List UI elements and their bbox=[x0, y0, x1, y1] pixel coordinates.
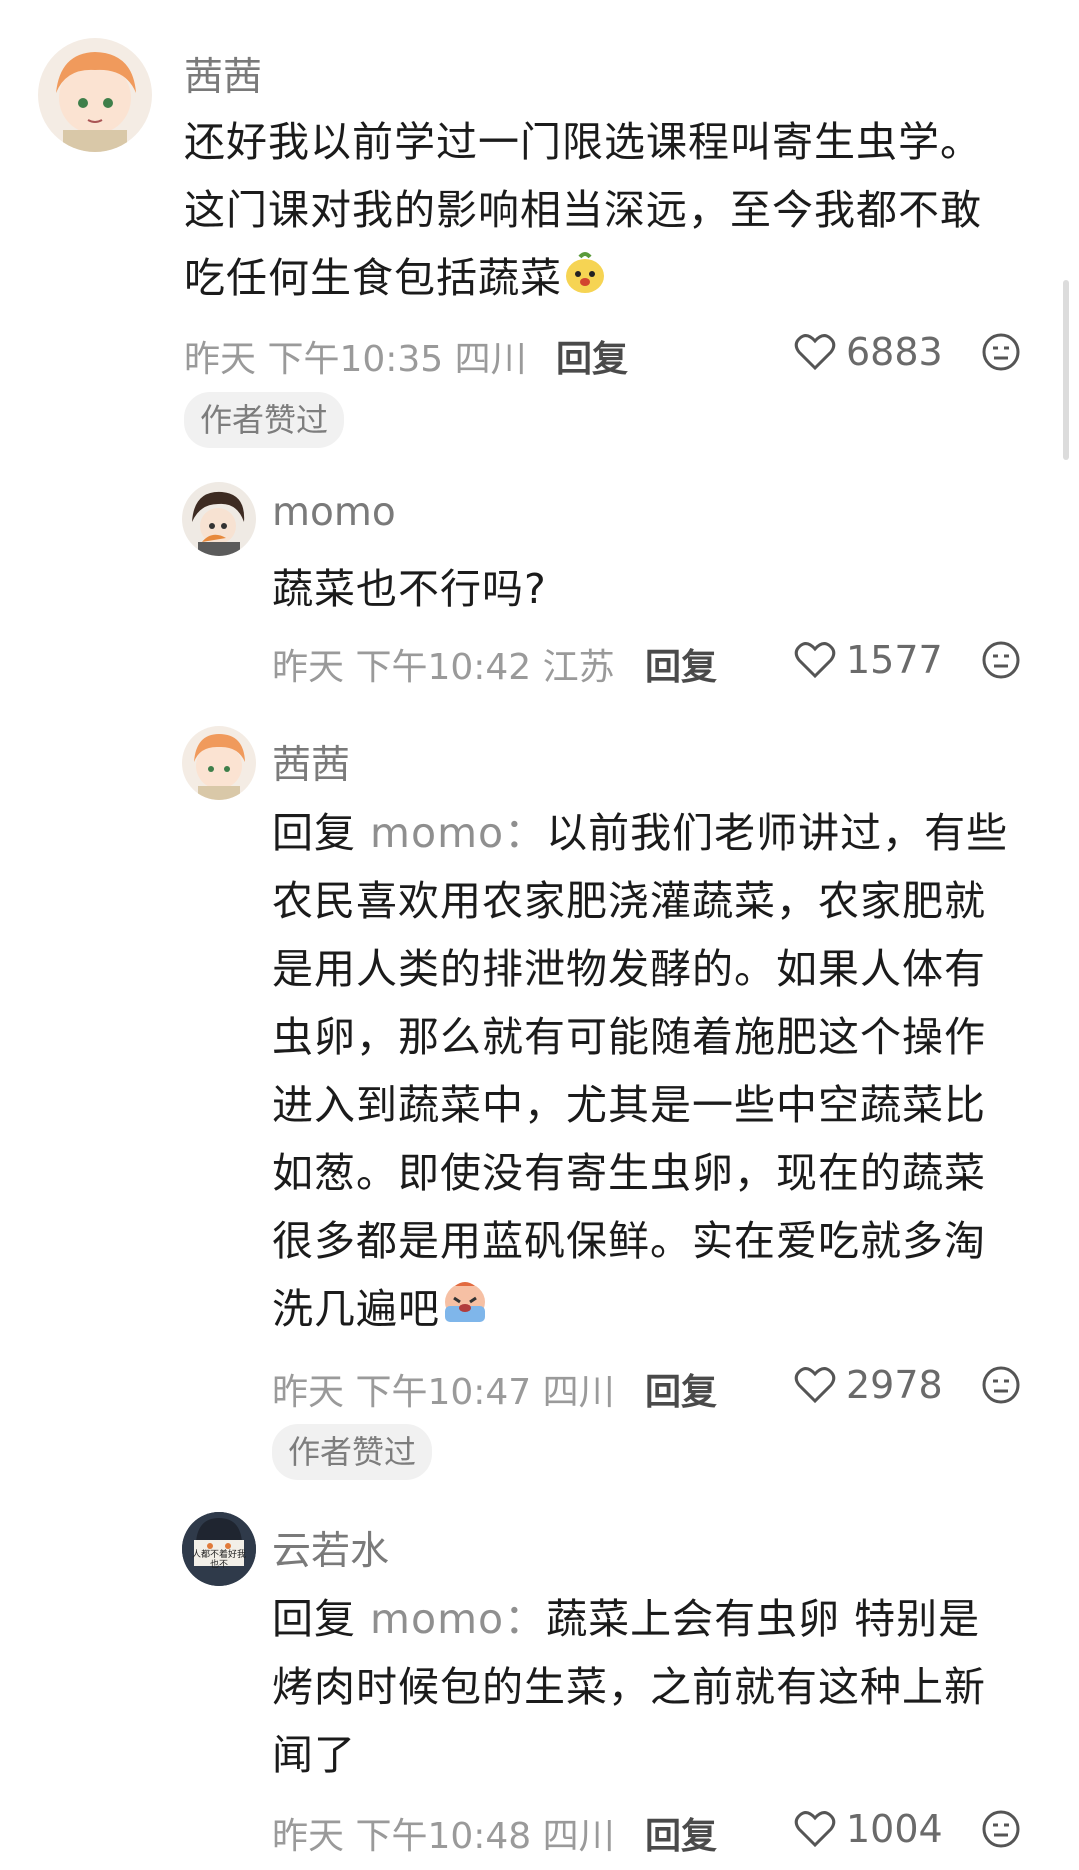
comment-line-text: 以前我们老师讲过，有些 bbox=[546, 809, 1009, 857]
neutral-face-icon bbox=[982, 641, 1020, 679]
like-button[interactable]: 2978 bbox=[794, 1363, 943, 1407]
comment-line: 洗几遍吧 bbox=[272, 1275, 1052, 1346]
like-button[interactable]: 1577 bbox=[794, 638, 943, 682]
reply-button[interactable]: 回复 bbox=[645, 638, 717, 690]
like-count: 2978 bbox=[846, 1363, 943, 1407]
dislike-button[interactable] bbox=[981, 640, 1021, 684]
comment-line: 如葱。即使没有寄生虫卵，现在的蔬菜 bbox=[272, 1149, 986, 1197]
reply-button[interactable]: 回复 bbox=[556, 330, 628, 382]
like-count: 1577 bbox=[846, 638, 943, 682]
neutral-face-icon bbox=[982, 1366, 1020, 1404]
avatar[interactable] bbox=[38, 38, 152, 152]
scrollbar[interactable] bbox=[1063, 280, 1069, 460]
comment-line: 吃任何生食包括蔬菜 bbox=[184, 244, 1044, 315]
username[interactable]: 茜茜 bbox=[184, 46, 262, 102]
neutral-face-icon bbox=[982, 1810, 1020, 1848]
username[interactable]: 云若水 bbox=[272, 1520, 389, 1576]
comment-line: 还好我以前学过一门限选课程叫寄生虫学。 bbox=[184, 118, 982, 166]
dislike-button[interactable] bbox=[981, 332, 1021, 376]
reply-target[interactable]: momo： bbox=[370, 809, 546, 857]
heart-icon bbox=[794, 1367, 836, 1404]
comment-line: 回复 momo：以前我们老师讲过，有些 bbox=[272, 799, 1052, 867]
comment-line: 烤肉时候包的生菜，之前就有这种上新 bbox=[272, 1663, 986, 1711]
crying-face-emoji bbox=[440, 1278, 490, 1346]
comment-line: 回复 momo：蔬菜上会有虫卵 特别是 bbox=[272, 1585, 1052, 1653]
comment-line: 进入到蔬菜中，尤其是一些中空蔬菜比 bbox=[272, 1081, 986, 1129]
author-liked-badge: 作者赞过 bbox=[184, 392, 345, 448]
comment-meta: 昨天 下午10:42 江苏 bbox=[272, 647, 615, 688]
comment-meta: 昨天 下午10:35 四川 bbox=[184, 339, 527, 380]
reply-button[interactable]: 回复 bbox=[645, 1807, 717, 1859]
comment-line: 虫卵，那么就有可能随着施肥这个操作 bbox=[272, 1013, 986, 1061]
reply-button[interactable]: 回复 bbox=[645, 1363, 717, 1415]
heart-icon bbox=[794, 1811, 836, 1848]
reply-prefix: 回复 bbox=[272, 809, 356, 857]
like-button[interactable]: 1004 bbox=[794, 1807, 943, 1851]
neutral-face-icon bbox=[982, 333, 1020, 371]
comment-text: 还好我以前学过一门限选课程叫寄生虫学。 这门课对我的影响相当深远，至今我都不敢 … bbox=[184, 108, 1044, 315]
reply-target[interactable]: momo： bbox=[370, 1595, 546, 1643]
avatar-caption: 人都不着好我也不 bbox=[191, 1550, 246, 1570]
heart-icon bbox=[794, 334, 836, 371]
comment-line-text: 蔬菜上会有虫卵 特别是 bbox=[546, 1595, 981, 1643]
avatar[interactable] bbox=[182, 726, 256, 800]
comment-line-text: 洗几遍吧 bbox=[272, 1285, 440, 1333]
like-button[interactable]: 6883 bbox=[794, 330, 943, 374]
dislike-button[interactable] bbox=[981, 1365, 1021, 1409]
comment-line: 这门课对我的影响相当深远，至今我都不敢 bbox=[184, 186, 982, 234]
comment-line: 闻了 bbox=[272, 1731, 356, 1779]
mango-face-emoji bbox=[562, 247, 608, 315]
avatar[interactable]: 人都不着好我也不 bbox=[182, 1512, 256, 1586]
like-count: 6883 bbox=[846, 330, 943, 374]
like-count: 1004 bbox=[846, 1807, 943, 1851]
comment-text: 蔬菜也不行吗? bbox=[272, 565, 547, 613]
reply-prefix: 回复 bbox=[272, 1595, 356, 1643]
comment-text: 回复 momo：以前我们老师讲过，有些 农民喜欢用农家肥浇灌蔬菜，农家肥就 是用… bbox=[272, 799, 1052, 1346]
username[interactable]: momo bbox=[272, 490, 396, 535]
comment-line: 很多都是用蓝矾保鲜。实在爱吃就多淘 bbox=[272, 1217, 986, 1265]
comment-line: 农民喜欢用农家肥浇灌蔬菜，农家肥就 bbox=[272, 877, 986, 925]
avatar[interactable] bbox=[182, 482, 256, 556]
comment-line-text: 吃任何生食包括蔬菜 bbox=[184, 254, 562, 302]
comment-meta: 昨天 下午10:48 四川 bbox=[272, 1816, 615, 1857]
dislike-button[interactable] bbox=[981, 1809, 1021, 1853]
comment-text: 回复 momo：蔬菜上会有虫卵 特别是 烤肉时候包的生菜，之前就有这种上新 闻了 bbox=[272, 1585, 1052, 1789]
comment-meta: 昨天 下午10:47 四川 bbox=[272, 1372, 615, 1413]
comment-line: 是用人类的排泄物发酵的。如果人体有 bbox=[272, 945, 986, 993]
username[interactable]: 茜茜 bbox=[272, 734, 350, 790]
author-liked-badge: 作者赞过 bbox=[272, 1424, 433, 1480]
heart-icon bbox=[794, 642, 836, 679]
